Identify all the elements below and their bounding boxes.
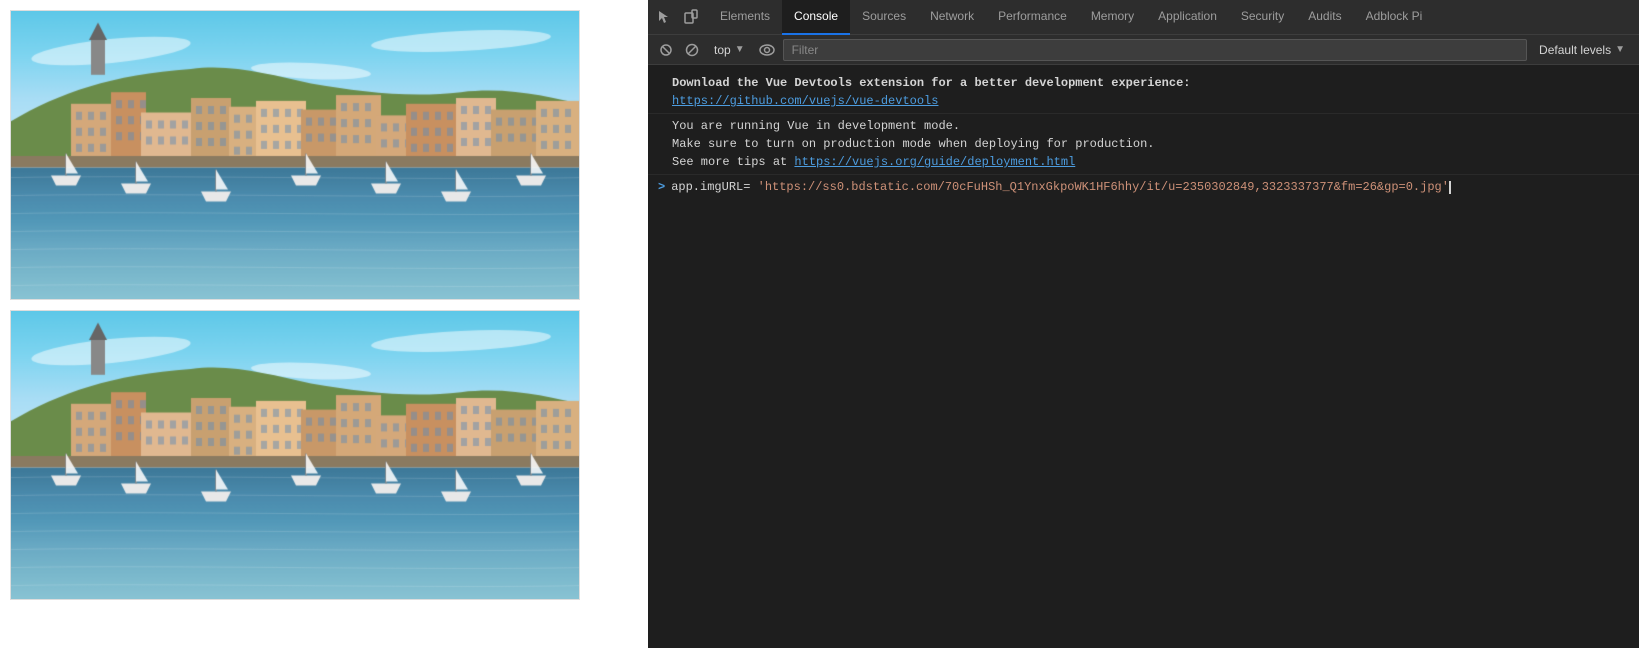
ban-icon[interactable] — [682, 40, 702, 60]
console-message-2-line3: See more tips at — [672, 155, 794, 169]
clear-console-icon[interactable] — [656, 40, 676, 60]
console-message-1-bold: Download the Vue Devtools extension for … — [672, 76, 1190, 90]
default-levels-dropdown[interactable]: Default levels ▼ — [1533, 41, 1631, 59]
expression-key: app.imgURL — [671, 180, 743, 194]
tab-network[interactable]: Network — [918, 0, 986, 35]
image-1 — [10, 10, 580, 300]
devtools-panel: Elements Console Sources Network Perform… — [648, 0, 1639, 648]
tab-adblock[interactable]: Adblock Pi — [1354, 0, 1435, 35]
image-2 — [10, 310, 580, 600]
toolbar-icon-group — [648, 6, 708, 28]
devtools-tabs: Elements Console Sources Network Perform… — [708, 0, 1639, 35]
console-toolbar: top ▼ Default levels ▼ — [648, 35, 1639, 65]
filter-input[interactable] — [783, 39, 1527, 61]
console-output: Download the Vue Devtools extension for … — [648, 65, 1639, 648]
tab-application[interactable]: Application — [1146, 0, 1229, 35]
tab-memory[interactable]: Memory — [1079, 0, 1146, 35]
expression-text: app.imgURL= 'https://ss0.bdstatic.com/70… — [671, 178, 1451, 196]
context-value: top — [714, 43, 731, 57]
context-dropdown-arrow: ▼ — [735, 44, 745, 55]
console-message-2: You are running Vue in development mode.… — [648, 114, 1639, 175]
expression-operator: = — [743, 180, 757, 194]
context-selector[interactable]: top ▼ — [708, 41, 751, 59]
default-levels-label: Default levels — [1539, 43, 1611, 57]
console-cursor — [1449, 181, 1451, 194]
console-message-1: Download the Vue Devtools extension for … — [648, 71, 1639, 114]
webpage-panel — [0, 0, 648, 648]
eye-icon[interactable] — [757, 40, 777, 60]
tab-audits[interactable]: Audits — [1296, 0, 1353, 35]
console-message-2-link[interactable]: https://vuejs.org/guide/deployment.html — [794, 155, 1075, 169]
inspect-element-icon[interactable] — [654, 6, 676, 28]
console-message-1-link[interactable]: https://github.com/vuejs/vue-devtools — [672, 94, 938, 108]
console-message-3: > app.imgURL= 'https://ss0.bdstatic.com/… — [648, 175, 1639, 199]
console-message-2-line2: Make sure to turn on production mode whe… — [672, 137, 1154, 151]
default-levels-arrow: ▼ — [1615, 44, 1625, 55]
device-toolbar-icon[interactable] — [680, 6, 702, 28]
tab-console[interactable]: Console — [782, 0, 850, 35]
console-message-2-line1: You are running Vue in development mode. — [672, 119, 960, 133]
console-prompt: > — [658, 178, 665, 196]
tab-security[interactable]: Security — [1229, 0, 1296, 35]
tab-performance[interactable]: Performance — [986, 0, 1079, 35]
devtools-tab-bar: Elements Console Sources Network Perform… — [648, 0, 1639, 35]
tab-elements[interactable]: Elements — [708, 0, 782, 35]
tab-sources[interactable]: Sources — [850, 0, 918, 35]
expression-string-val: 'https://ss0.bdstatic.com/70cFuHSh_Q1Ynx… — [758, 180, 1449, 194]
